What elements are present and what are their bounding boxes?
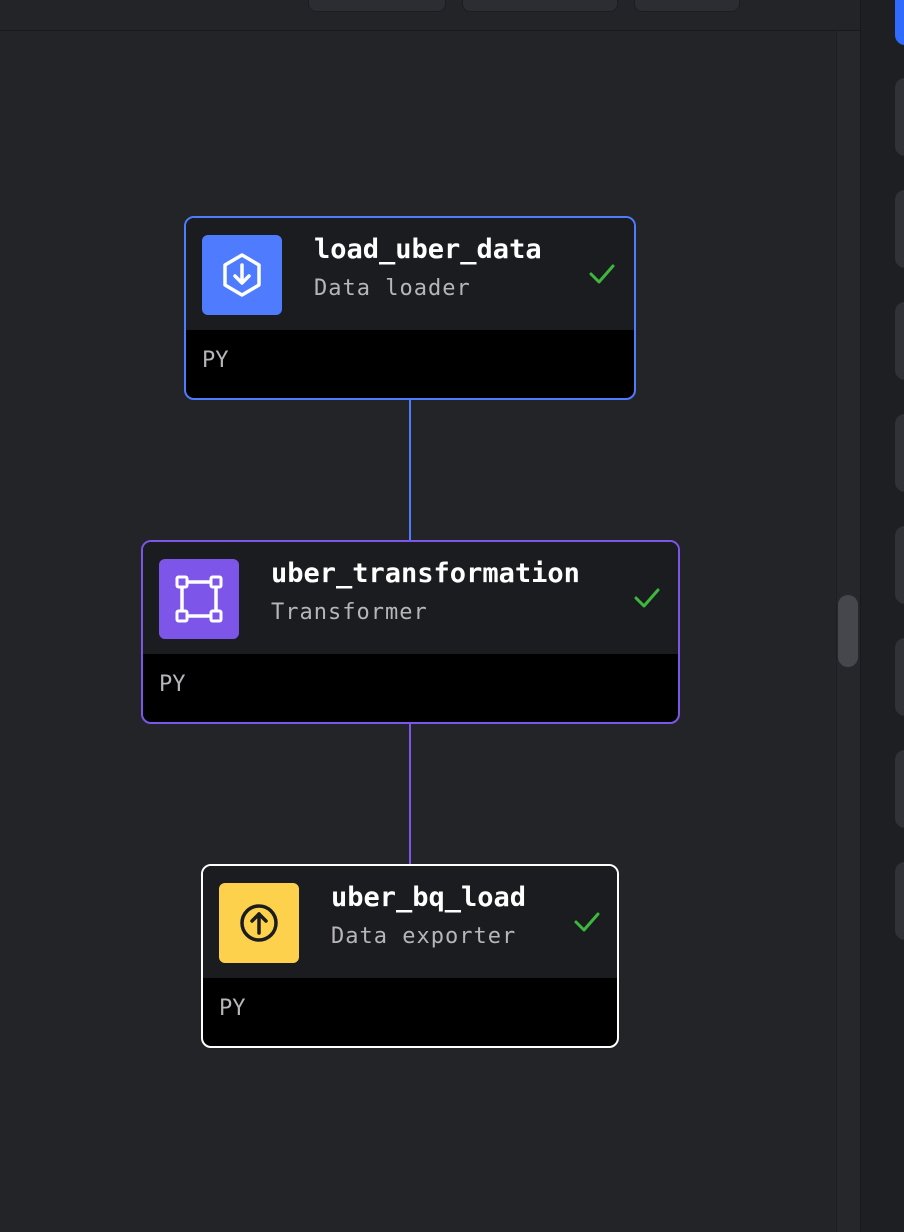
block-name: uber_bq_load (331, 882, 527, 913)
sidebar-button[interactable] (895, 638, 904, 716)
block-name: uber_transformation (271, 558, 580, 589)
toolbar-tab-2[interactable] (462, 0, 618, 12)
sidebar-button[interactable] (895, 302, 904, 380)
block-language: PY (219, 996, 246, 1021)
pipeline-editor: load_uber_data Data loader PY uber_trans… (0, 0, 904, 1232)
transform-frame-icon (159, 559, 239, 639)
download-hexagon-icon (202, 235, 282, 315)
block-type-label: Data exporter (331, 924, 517, 949)
block-card[interactable]: uber_bq_load Data exporter PY (201, 864, 619, 1048)
sidebar-button[interactable] (895, 750, 904, 828)
sidebar-button[interactable] (895, 78, 904, 156)
edge-transformer-to-exporter (409, 722, 411, 865)
block-card[interactable]: load_uber_data Data loader PY (184, 216, 636, 400)
vertical-scrollbar-thumb[interactable] (838, 595, 858, 667)
success-check-icon (633, 586, 661, 610)
upload-circle-icon (219, 883, 299, 963)
toolbar-tab-3[interactable] (634, 0, 740, 12)
top-toolbar (0, 0, 860, 31)
block-language: PY (159, 672, 186, 697)
edge-loader-to-transformer (409, 398, 411, 542)
block-language: PY (202, 348, 229, 373)
block-type-label: Transformer (271, 600, 428, 625)
success-check-icon (573, 910, 601, 934)
block-type-label: Data loader (314, 276, 471, 301)
right-sidebar (860, 0, 904, 1232)
sidebar-button[interactable] (895, 526, 904, 604)
success-check-icon (588, 262, 616, 286)
sidebar-button-active[interactable] (895, 0, 904, 45)
block-card[interactable]: uber_transformation Transformer PY (141, 540, 680, 724)
sidebar-button[interactable] (895, 862, 904, 940)
sidebar-button[interactable] (895, 190, 904, 268)
toolbar-tab-1[interactable] (308, 0, 446, 12)
block-name: load_uber_data (314, 234, 542, 265)
sidebar-button[interactable] (895, 414, 904, 492)
